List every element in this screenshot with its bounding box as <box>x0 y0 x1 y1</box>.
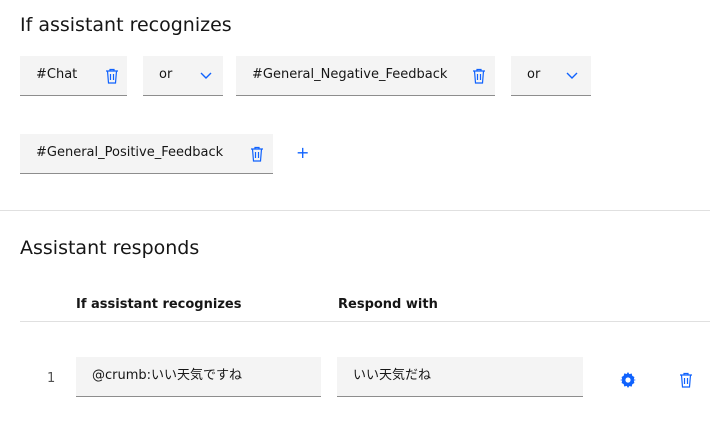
operator-dropdown[interactable]: or <box>143 56 223 96</box>
response-section-title: Assistant responds <box>20 237 200 259</box>
operator-value: or <box>527 67 541 82</box>
column-header-response: Respond with <box>338 297 438 312</box>
condition-input-value: @crumb:いい天気ですね <box>92 368 243 383</box>
chevron-down-icon[interactable] <box>566 72 578 80</box>
condition-field-chat[interactable]: #Chat <box>20 56 127 96</box>
plus-icon: + <box>296 143 310 162</box>
operator-dropdown[interactable]: or <box>511 56 591 96</box>
table-header-divider <box>20 321 710 322</box>
condition-field-positive-feedback[interactable]: #General_Positive_Feedback <box>20 134 273 174</box>
trash-icon[interactable] <box>105 68 119 84</box>
add-condition-button[interactable]: + <box>296 143 310 162</box>
trash-icon[interactable] <box>679 372 693 388</box>
condition-field-negative-feedback[interactable]: #General_Negative_Feedback <box>236 56 495 96</box>
condition-section-title: If assistant recognizes <box>20 14 232 36</box>
column-header-condition: If assistant recognizes <box>76 297 242 312</box>
row-index: 1 <box>47 371 56 386</box>
condition-value: #Chat <box>36 67 78 82</box>
condition-input[interactable]: @crumb:いい天気ですね <box>76 357 321 397</box>
operator-value: or <box>159 67 173 82</box>
section-divider <box>0 210 710 211</box>
trash-icon[interactable] <box>472 68 486 84</box>
response-input-value: いい天気だね <box>353 368 432 383</box>
trash-icon[interactable] <box>250 146 264 162</box>
gear-icon[interactable] <box>620 372 636 388</box>
chevron-down-icon[interactable] <box>200 72 212 80</box>
response-input[interactable]: いい天気だね <box>337 357 583 397</box>
condition-value: #General_Positive_Feedback <box>36 145 224 160</box>
condition-value: #General_Negative_Feedback <box>252 67 448 82</box>
